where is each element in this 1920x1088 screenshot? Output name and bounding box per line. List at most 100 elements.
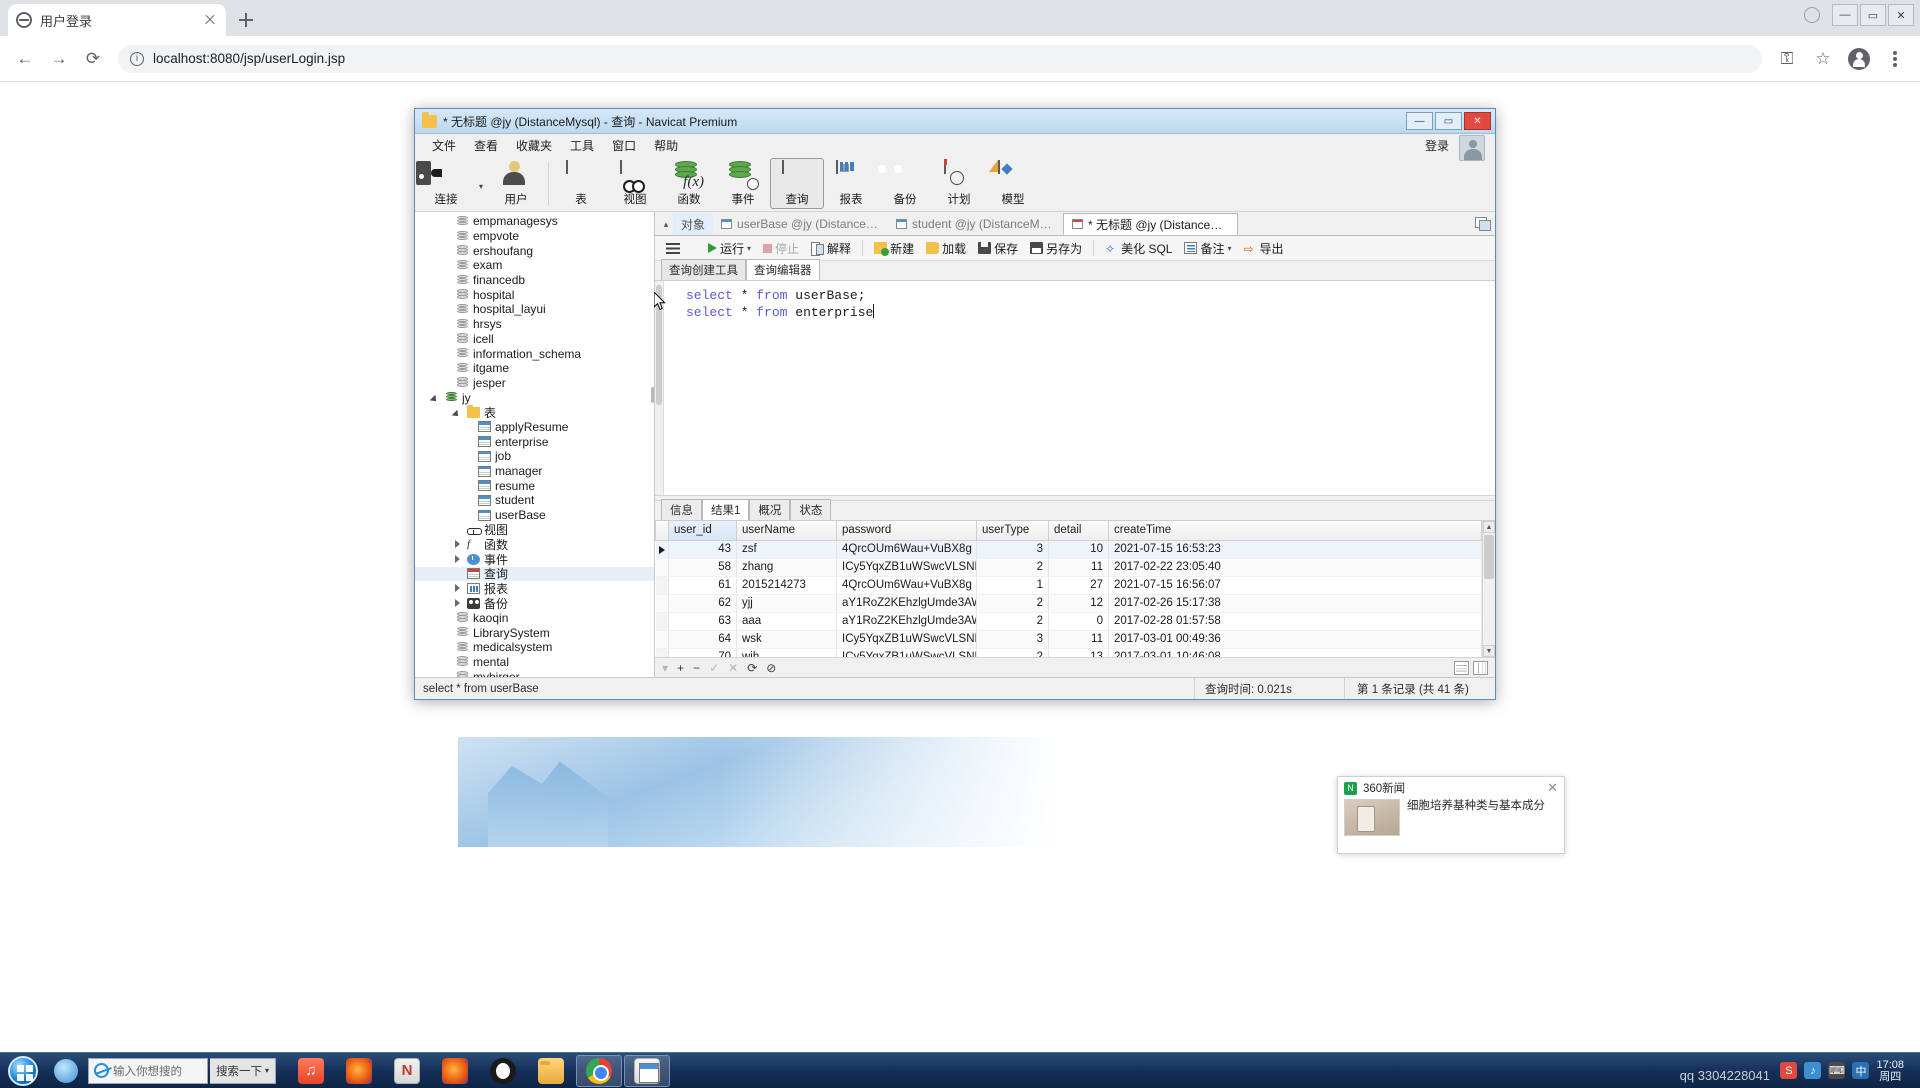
maximize-button[interactable]: ▭ — [1860, 4, 1886, 26]
search-globe-icon[interactable] — [46, 1056, 86, 1086]
toolbar-report[interactable]: 报表 — [824, 158, 878, 209]
query-menu-button[interactable] — [661, 241, 685, 256]
navicat-title-bar[interactable]: * 无标题 @jy (DistanceMysql) - 查询 - Navicat… — [415, 109, 1495, 134]
scrollbar-thumb[interactable] — [1484, 535, 1494, 579]
tree-item-empmanagesys[interactable]: empmanagesys — [415, 214, 654, 229]
tree-item-icell[interactable]: icell — [415, 332, 654, 347]
login-link[interactable]: 登录 — [1425, 137, 1449, 154]
cell-user_id[interactable]: 61 — [668, 576, 737, 595]
table-row[interactable]: 64 wsk ICy5YqxZB1uWSwcVLSNL 3 11 2017-03-01 0… — [655, 630, 1482, 649]
arrow-left-icon[interactable]: ← — [10, 44, 40, 74]
cell-createTime[interactable]: 2017-03-01 10:46:08 — [1108, 648, 1482, 657]
cell-userType[interactable]: 2 — [976, 612, 1049, 631]
minimize-button[interactable]: — — [1832, 4, 1858, 26]
news-popup[interactable]: N 360新闻 ✕ 细胞培养基种类与基本成分 — [1337, 776, 1565, 854]
navicat-minimize-button[interactable]: — — [1406, 112, 1433, 130]
tab-profile[interactable]: 概况 — [749, 499, 791, 520]
cell-userType[interactable]: 2 — [976, 648, 1049, 657]
tree-item-报表[interactable]: 报表 — [415, 581, 654, 596]
tree-item-LibrarySystem[interactable]: LibrarySystem — [415, 625, 654, 640]
add-record-button[interactable]: + — [677, 661, 684, 675]
cell-password[interactable]: ICy5YqxZB1uWSwcVLSNL — [836, 648, 977, 657]
load-button[interactable]: 加载 — [921, 238, 971, 259]
record-nav-caret[interactable]: ▾ — [662, 661, 668, 675]
result-grid[interactable]: user_id userName password userType detai… — [655, 521, 1495, 657]
table-row[interactable]: 43 zsf 4QrcOUm6Wau+VuBX8g 3 10 2021-07-15 16:… — [655, 540, 1482, 559]
tab-status[interactable]: 状态 — [790, 499, 832, 520]
avatar[interactable] — [1459, 135, 1485, 161]
close-icon[interactable] — [202, 12, 218, 28]
search-input[interactable]: 输入你想搜的 — [88, 1057, 208, 1084]
profile-circle-icon[interactable] — [1804, 7, 1820, 23]
cell-userName[interactable]: wsk — [736, 630, 837, 649]
tree-item-视图[interactable]: 视图 — [415, 522, 654, 537]
cell-password[interactable]: ICy5YqxZB1uWSwcVLSNL — [836, 558, 977, 577]
toolbar-schedule[interactable]: 计划 — [932, 158, 986, 209]
cell-createTime[interactable]: 2021-07-15 16:56:07 — [1108, 576, 1482, 595]
tray-icon-keyboard[interactable]: ⌨ — [1828, 1062, 1846, 1079]
star-icon[interactable]: ☆ — [1808, 44, 1838, 74]
taskbar-app-netease[interactable] — [384, 1055, 430, 1087]
chevron-up-icon[interactable]: ▴ — [659, 213, 673, 235]
taskbar-app-qq[interactable] — [480, 1055, 526, 1087]
arrow-right-icon[interactable]: → — [44, 44, 74, 74]
tab-query-builder[interactable]: 查询创建工具 — [661, 259, 746, 280]
chevron-closed-icon[interactable] — [454, 584, 463, 593]
news-headline[interactable]: 细胞培养基种类与基本成分 — [1407, 799, 1545, 836]
scroll-down-icon[interactable]: ▼ — [1483, 645, 1495, 657]
tree-item-userBase[interactable]: userBase — [415, 508, 654, 523]
navicat-close-button[interactable]: ✕ — [1464, 112, 1491, 130]
sql-editor[interactable]: select * from userBase; select * from en… — [654, 281, 1495, 495]
toolbar-connection[interactable]: 连接 — [416, 158, 473, 209]
table-row[interactable]: 58 zhang ICy5YqxZB1uWSwcVLSNL 2 11 2017-02-22… — [655, 558, 1482, 577]
editor-scrollbar[interactable] — [655, 281, 664, 495]
tree-item-hrsys[interactable]: hrsys — [415, 317, 654, 332]
cell-userName[interactable]: wjh — [736, 648, 837, 657]
cell-password[interactable]: aY1RoZ2KEhzlgUmde3AW — [836, 594, 977, 613]
delete-record-button[interactable]: − — [693, 661, 700, 675]
cell-password[interactable]: aY1RoZ2KEhzlgUmde3AW — [836, 612, 977, 631]
table-row[interactable]: 63 aaa aY1RoZ2KEhzlgUmde3AW 2 0 2017-02-28 01… — [655, 612, 1482, 631]
tree-item-financedb[interactable]: financedb — [415, 273, 654, 288]
tree-item-备份[interactable]: 备份 — [415, 596, 654, 611]
tray-icon-music[interactable]: ♪ — [1804, 1062, 1822, 1079]
row-header[interactable] — [655, 594, 669, 613]
apply-button[interactable]: ✓ — [709, 661, 719, 675]
cell-userType[interactable]: 3 — [976, 630, 1049, 649]
new-query-button[interactable]: 新建 — [869, 238, 919, 259]
chevron-open-icon[interactable] — [432, 393, 441, 402]
tab-message[interactable]: 信息 — [661, 499, 702, 520]
tree-item-hospital_layui[interactable]: hospital_layui — [415, 302, 654, 317]
taskbar-app-explorer[interactable] — [528, 1055, 574, 1087]
column-header-password[interactable]: password — [836, 521, 977, 541]
cell-createTime[interactable]: 2017-02-22 23:05:40 — [1108, 558, 1482, 577]
toolbar-backup[interactable]: 备份 — [878, 158, 932, 209]
taskbar-app-firefox[interactable] — [336, 1055, 382, 1087]
taskbar-app-music[interactable] — [288, 1055, 334, 1087]
sql-text-area[interactable]: select * from userBase; select * from en… — [654, 281, 1495, 495]
chevron-open-icon[interactable] — [454, 408, 463, 417]
tree-item-mental[interactable]: mental — [415, 655, 654, 670]
reload-icon[interactable]: ⟳ — [78, 44, 108, 74]
cell-detail[interactable]: 12 — [1048, 594, 1109, 613]
cell-password[interactable]: ICy5YqxZB1uWSwcVLSNL — [836, 630, 977, 649]
cell-createTime[interactable]: 2021-07-15 16:53:23 — [1108, 540, 1482, 559]
toolbar-table[interactable]: 表 — [554, 158, 608, 209]
cell-detail[interactable]: 27 — [1048, 576, 1109, 595]
start-button[interactable] — [2, 1054, 44, 1088]
chevron-closed-icon[interactable] — [454, 554, 463, 564]
tree-item-itgame[interactable]: itgame — [415, 361, 654, 376]
new-tab-button[interactable] — [232, 6, 260, 34]
cell-detail[interactable]: 13 — [1048, 648, 1109, 657]
tree-item-ershoufang[interactable]: ershoufang — [415, 243, 654, 258]
tree-item-job[interactable]: job — [415, 449, 654, 464]
column-header-userType[interactable]: userType — [976, 521, 1049, 541]
tree-item-applyResume[interactable]: applyResume — [415, 420, 654, 435]
chevron-down-icon[interactable]: ▾ — [747, 244, 751, 253]
close-icon[interactable]: ✕ — [1547, 780, 1558, 796]
tray-icon-ime[interactable]: 中 — [1852, 1062, 1870, 1079]
note-button[interactable]: 备注 ▾ — [1179, 238, 1236, 259]
tree-item-empvote[interactable]: empvote — [415, 229, 654, 244]
row-header[interactable] — [655, 612, 669, 631]
explain-button[interactable]: 解释 — [806, 238, 856, 259]
